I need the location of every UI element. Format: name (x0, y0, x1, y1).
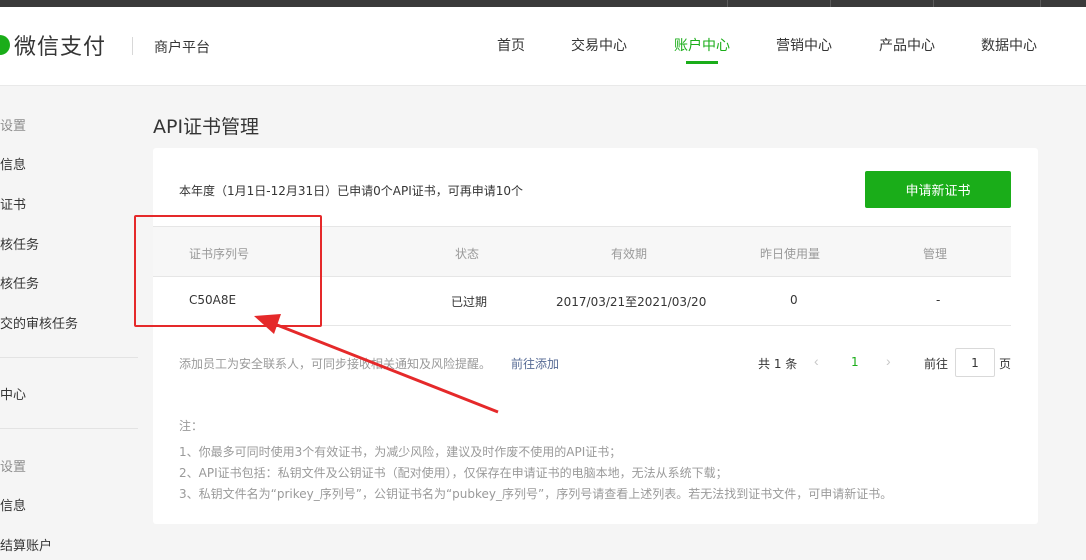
apply-new-certificate-button[interactable]: 申请新证书 (865, 171, 1011, 208)
logo-divider (132, 37, 133, 55)
header: 微信支付 商户平台 首页 交易中心 账户中心 营销中心 产品中心 数据中心 (0, 7, 1086, 86)
quota-summary: 本年度（1月1日-12月31日）已申请0个API证书，可再申请10个 (179, 184, 524, 198)
nav-account-center[interactable]: 账户中心 (674, 35, 730, 55)
sidebar-section-settings: 设置 (0, 119, 27, 134)
sidebar-item-review-task-2[interactable]: 核任务 (0, 273, 39, 292)
sidebar: 设置 信息 证书 核任务 核任务 交的审核任务 中心 设置 信息 结算账户 (0, 87, 138, 560)
column-header-validity: 有效期 (611, 247, 648, 261)
note-line: 1、你最多可同时使用3个有效证书，为减少风险，建议及时作废不使用的API证书； (179, 445, 622, 459)
chevron-left-icon[interactable]: ‹ (814, 353, 819, 369)
cell-validity: 2017/03/21至2021/03/20 (556, 295, 707, 309)
sidebar-item-review-task[interactable]: 核任务 (0, 234, 39, 253)
top-bar-divider (933, 0, 934, 7)
sidebar-divider (0, 357, 138, 358)
cell-manage[interactable]: - (936, 293, 940, 307)
note-line: 3、私钥文件名为“prikey_序列号”，公钥证书名为“pubkey_序列号”，… (179, 487, 893, 501)
sidebar-item-info-2[interactable]: 信息 (0, 495, 26, 514)
security-contact-note: 添加员工为安全联系人，可同步接收相关通知及风险提醒。 (179, 357, 492, 371)
pagination-page-input[interactable] (955, 348, 995, 377)
add-contact-link[interactable]: 前往添加 (511, 355, 559, 372)
top-bar-divider (1040, 0, 1041, 7)
column-header-usage: 昨日使用量 (760, 247, 821, 261)
sidebar-divider (0, 428, 138, 429)
column-header-status: 状态 (455, 247, 480, 261)
certificate-card: 本年度（1月1日-12月31日）已申请0个API证书，可再申请10个 申请新证书… (153, 148, 1038, 524)
logo-text[interactable]: 微信支付 (14, 29, 106, 61)
column-header-manage: 管理 (923, 247, 948, 261)
cell-status: 已过期 (451, 295, 488, 309)
top-bar-divider (830, 0, 831, 7)
top-bar-divider (727, 0, 728, 7)
sidebar-item-submitted-review[interactable]: 交的审核任务 (0, 313, 78, 332)
note-line: 2、API证书包括：私钥文件及公钥证书（配对使用），仅保存在申请证书的电脑本地，… (179, 466, 728, 480)
nav-transactions[interactable]: 交易中心 (571, 35, 627, 55)
pagination-goto-label: 前往 (924, 357, 949, 371)
notes-title: 注： (179, 419, 204, 433)
sidebar-item-info[interactable]: 信息 (0, 154, 26, 173)
nav-marketing[interactable]: 营销中心 (776, 35, 832, 55)
nav-products[interactable]: 产品中心 (879, 35, 935, 55)
nav-home[interactable]: 首页 (497, 35, 525, 55)
sidebar-item-certificate[interactable]: 证书 (0, 194, 26, 213)
pagination-total: 共 1 条 (758, 357, 798, 371)
active-nav-indicator (686, 61, 718, 64)
sidebar-item-center[interactable]: 中心 (0, 384, 26, 403)
platform-name: 商户平台 (154, 40, 210, 56)
top-bar (0, 0, 1086, 7)
pagination-current-page[interactable]: 1 (851, 355, 859, 369)
nav-data[interactable]: 数据中心 (981, 35, 1037, 55)
sidebar-item-settlement-account[interactable]: 结算账户 (0, 535, 52, 554)
pagination-unit: 页 (999, 357, 1012, 371)
wechat-pay-logo-icon[interactable] (0, 35, 10, 55)
page-title: API证书管理 (153, 116, 260, 138)
sidebar-section-settings-2: 设置 (0, 460, 27, 475)
chevron-right-icon[interactable]: › (886, 353, 891, 369)
annotation-highlight-box (134, 215, 322, 327)
cell-usage: 0 (790, 293, 798, 307)
